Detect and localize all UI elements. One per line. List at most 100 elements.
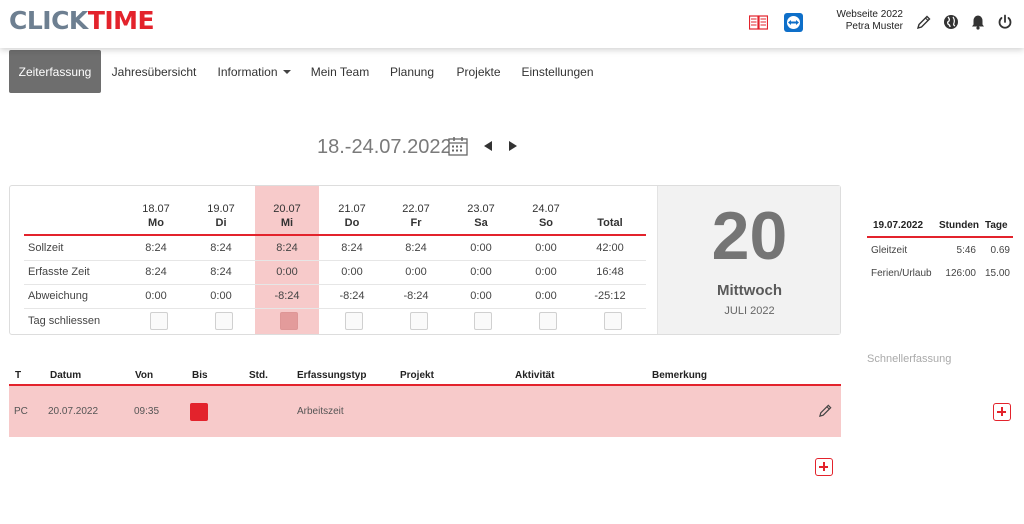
- close-day-checkbox[interactable]: [345, 312, 363, 330]
- row-label-sollzeit: Sollzeit: [28, 242, 64, 254]
- app-logo[interactable]: CLICKTIME: [9, 6, 155, 36]
- close-day-checkbox[interactable]: [410, 312, 428, 330]
- week-overview-panel: Sollzeit Erfasste Zeit Abweichung Tag sc…: [9, 185, 841, 335]
- erfasst-value: 0:00: [535, 266, 557, 278]
- app-header: CLICKTIME Webseite 2022 Petra Muster: [0, 0, 1024, 48]
- abweichung-value: 0:00: [470, 290, 492, 302]
- balance-days-header: Tage: [985, 220, 1008, 231]
- bell-icon[interactable]: [968, 12, 988, 32]
- balance-hours: 126:00: [945, 268, 976, 279]
- previous-week-button[interactable]: [484, 141, 492, 151]
- tab-zeiterfassung[interactable]: Zeiterfassung: [9, 50, 101, 93]
- column-header-von: Von: [135, 370, 154, 381]
- row-label-tag-schliessen: Tag schliessen: [28, 315, 101, 327]
- tab-einstellungen[interactable]: Einstellungen: [517, 50, 598, 93]
- day-date: 22.07: [402, 203, 430, 215]
- user-project: Webseite 2022: [836, 9, 903, 20]
- erfasst-value: 8:24: [210, 266, 232, 278]
- pencil-icon[interactable]: [914, 12, 934, 32]
- tab-information[interactable]: Information: [211, 50, 297, 93]
- tab-mein-team[interactable]: Mein Team: [307, 50, 373, 93]
- teamviewer-icon[interactable]: [783, 12, 803, 32]
- day-date: 19.07: [207, 203, 235, 215]
- entry-from: 09:35: [134, 406, 160, 417]
- sollzeit-value: 8:24: [405, 242, 427, 254]
- day-date: 24.07: [532, 203, 560, 215]
- globe-icon[interactable]: [941, 12, 961, 32]
- close-day-checkbox[interactable]: [280, 312, 298, 330]
- balance-days: 15.00: [984, 268, 1010, 279]
- entry-category: Arbeitszeit: [297, 406, 344, 417]
- close-day-checkbox[interactable]: [474, 312, 492, 330]
- abweichung-value: -8:24: [274, 290, 300, 302]
- logo-part-1: CLICK: [9, 6, 88, 35]
- balance-days: 0.69: [990, 245, 1010, 256]
- column-header-bemerkung: Bemerkung: [652, 370, 708, 381]
- tab-jahresuebersicht[interactable]: Jahresübersicht: [106, 50, 202, 93]
- selected-day-number: 20: [711, 198, 788, 274]
- day-name: Mo: [148, 217, 164, 229]
- row-divider: [24, 284, 646, 285]
- tab-planung[interactable]: Planung: [384, 50, 440, 93]
- column-header-t: T: [15, 370, 22, 381]
- column-header-datum: Datum: [50, 370, 82, 381]
- erfasst-value: 8:24: [145, 266, 167, 278]
- abweichung-value: 0:00: [145, 290, 167, 302]
- calendar-icon[interactable]: [448, 136, 468, 161]
- total-header: Total: [597, 217, 623, 229]
- add-entry-button[interactable]: [815, 458, 833, 476]
- header-divider: [24, 234, 646, 236]
- main-nav: Zeiterfassung Jahresübersicht Informatio…: [0, 48, 1024, 96]
- balance-date: 19.07.2022: [873, 220, 924, 231]
- sollzeit-value: 8:24: [276, 242, 298, 254]
- total-abweichung: -25:12: [594, 290, 626, 302]
- sollzeit-value: 0:00: [470, 242, 492, 254]
- column-header-projekt: Projekt: [400, 370, 434, 381]
- edit-entry-icon[interactable]: [818, 403, 833, 423]
- sollzeit-value: 8:24: [145, 242, 167, 254]
- selected-day-card: 20 Mittwoch JULI 2022: [657, 186, 840, 334]
- balance-hours-header: Stunden: [939, 220, 979, 231]
- day-name: Sa: [474, 217, 488, 229]
- erfasst-value: 0:00: [341, 266, 363, 278]
- abweichung-value: -8:24: [403, 290, 429, 302]
- day-name: So: [538, 217, 554, 229]
- column-header-bis: Bis: [192, 370, 208, 381]
- column-header-std: Std.: [249, 370, 268, 381]
- close-day-checkbox[interactable]: [539, 312, 557, 330]
- clock-out-button[interactable]: [190, 403, 208, 421]
- power-icon[interactable]: [995, 12, 1015, 32]
- erfasst-value: 0:00: [405, 266, 427, 278]
- tab-information-label: Information: [217, 64, 278, 79]
- sollzeit-value: 8:24: [210, 242, 232, 254]
- close-week-checkbox[interactable]: [604, 312, 622, 330]
- sollzeit-value: 0:00: [535, 242, 557, 254]
- close-day-checkbox[interactable]: [215, 312, 233, 330]
- column-header-aktivitaet: Aktivität: [515, 370, 555, 381]
- quick-entry-label: Schnellerfassung: [867, 353, 952, 365]
- user-name: Petra Muster: [845, 21, 903, 32]
- entry-type: PC: [14, 406, 28, 417]
- abweichung-value: -8:24: [339, 290, 365, 302]
- logo-part-2: TIME: [87, 6, 155, 35]
- week-range: 18.-24.07.2022: [317, 136, 452, 158]
- sollzeit-value: 8:24: [341, 242, 363, 254]
- next-week-button[interactable]: [509, 141, 517, 151]
- day-name: Do: [344, 217, 360, 229]
- total-erfasst: 16:48: [596, 266, 624, 278]
- add-quick-entry-button[interactable]: [993, 403, 1011, 421]
- selected-day-month: JULI 2022: [724, 305, 775, 317]
- abweichung-value: 0:00: [535, 290, 557, 302]
- column-header-erfassungstyp: Erfassungstyp: [297, 370, 367, 381]
- abweichung-value: 0:00: [210, 290, 232, 302]
- entry-date: 20.07.2022: [48, 406, 99, 417]
- tab-projekte[interactable]: Projekte: [451, 50, 506, 93]
- book-icon[interactable]: [748, 12, 768, 32]
- balance-hours: 5:46: [956, 245, 976, 256]
- erfasst-value: 0:00: [276, 266, 298, 278]
- row-divider: [24, 308, 646, 309]
- close-day-checkbox[interactable]: [150, 312, 168, 330]
- total-sollzeit: 42:00: [596, 242, 624, 254]
- day-date: 21.07: [338, 203, 366, 215]
- selected-day-weekday: Mittwoch: [717, 282, 782, 299]
